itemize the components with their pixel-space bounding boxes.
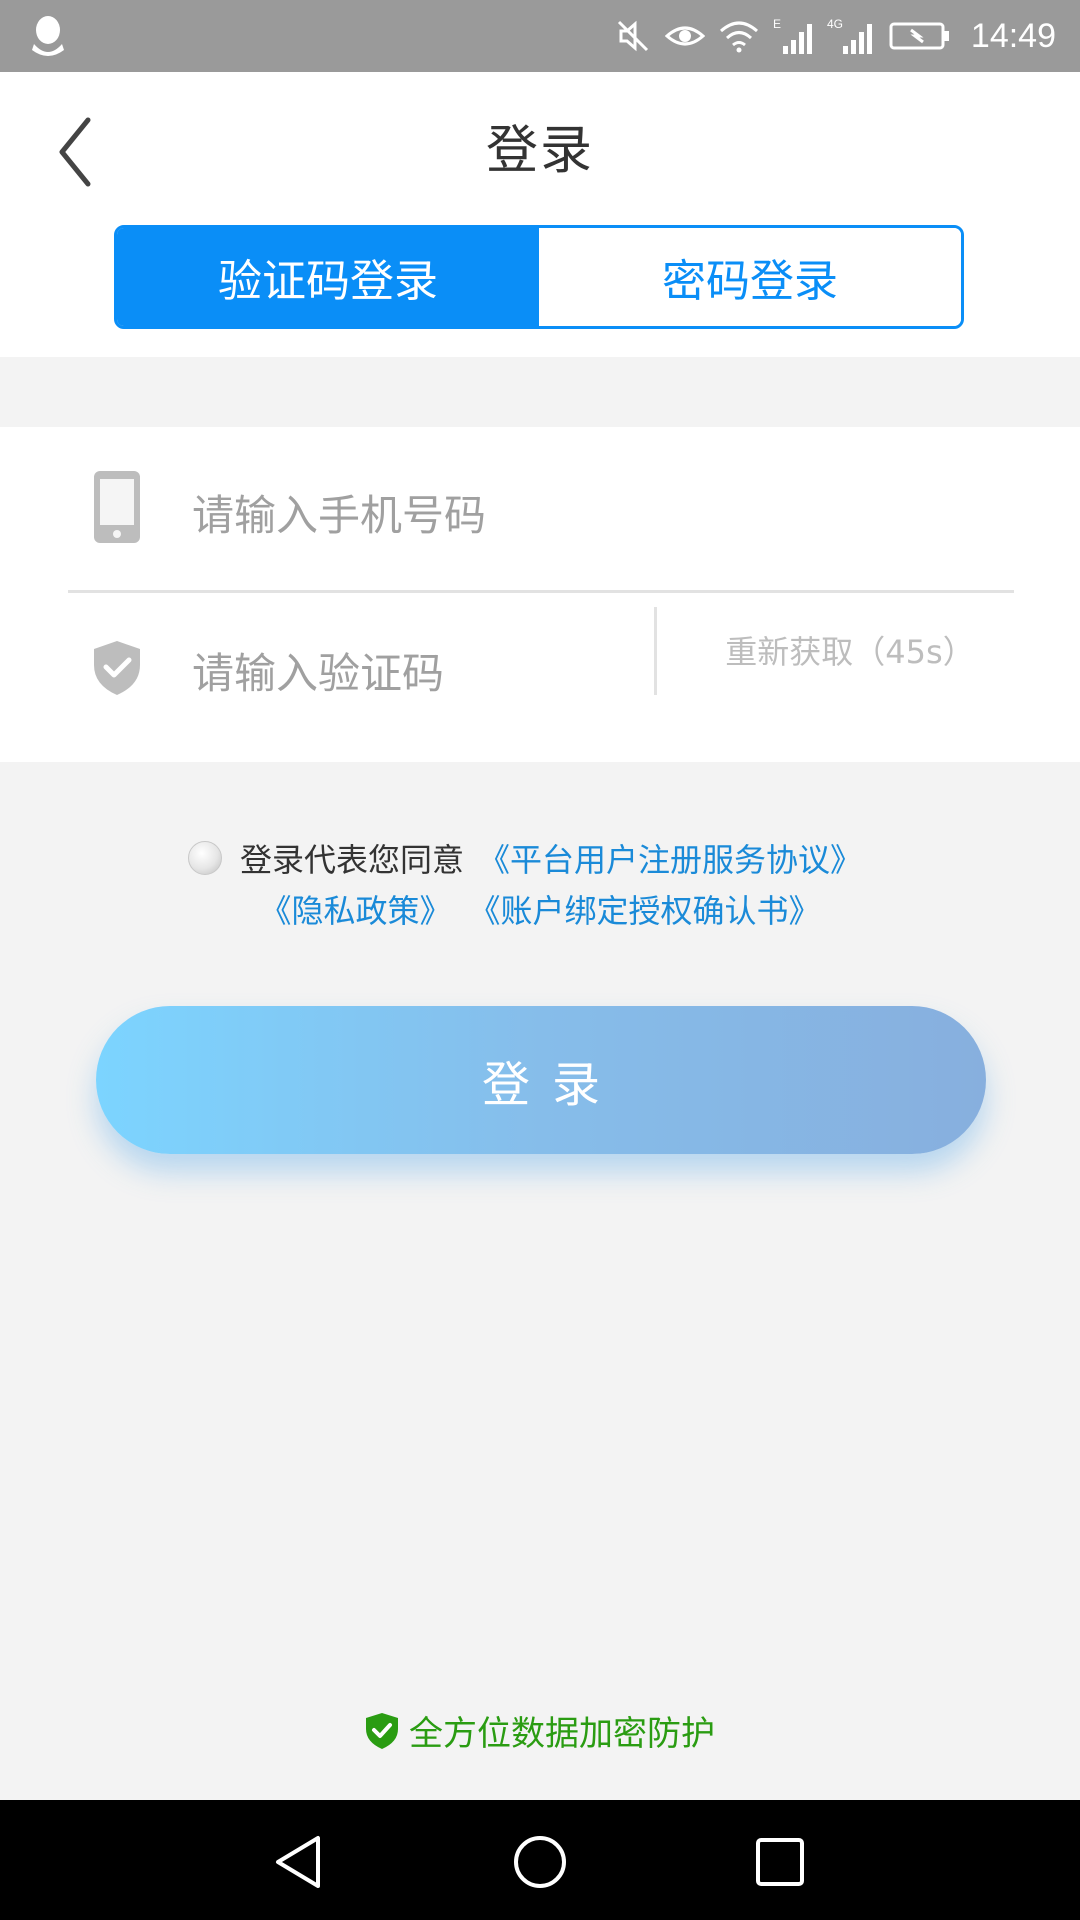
phone-icon: [94, 471, 140, 543]
agreement-radio[interactable]: [188, 841, 222, 875]
login-mode-tabs: 验证码登录 密码登录: [114, 225, 964, 329]
signal-4g-icon: 4G: [827, 17, 872, 54]
phone-field-row: [0, 427, 1080, 597]
link-account-binding-authorization[interactable]: 《账户绑定授权确认书》: [469, 892, 821, 930]
verification-code-input[interactable]: [190, 637, 634, 709]
nav-home-icon[interactable]: [510, 1832, 570, 1892]
qq-notification-icon: [32, 16, 64, 56]
security-note-text: 全方位数据加密防护: [409, 1714, 715, 1754]
wifi-icon: [719, 21, 758, 53]
eye-comfort-icon: [664, 26, 705, 46]
login-button[interactable]: 登录: [96, 1006, 986, 1154]
security-note: 全方位数据加密防护: [0, 1706, 1080, 1755]
status-icons: E 4G 14:49: [615, 0, 1056, 72]
resend-code-button[interactable]: 重新获取（45s）: [700, 627, 1000, 673]
agreement-line-2: 《隐私政策》 《账户绑定授权确认书》: [0, 886, 1080, 932]
signal-e-icon: E: [773, 17, 812, 54]
link-privacy-policy[interactable]: 《隐私政策》: [259, 892, 451, 930]
header: 登录 验证码登录 密码登录: [0, 72, 1080, 357]
field-divider: [68, 590, 1014, 593]
agreement-line-1: 登录代表您同意 《平台用户注册服务协议》: [188, 828, 862, 888]
agreement-prefix: 登录代表您同意: [240, 841, 465, 879]
network-label-4g: 4G: [827, 17, 843, 31]
green-shield-check-icon: [366, 1712, 398, 1749]
tab-password-login[interactable]: 密码登录: [539, 228, 961, 326]
resend-divider: [654, 607, 657, 695]
link-user-registration-agreement[interactable]: 《平台用户注册服务协议》: [478, 835, 862, 881]
tab-code-login[interactable]: 验证码登录: [117, 228, 539, 326]
mute-icon: [617, 20, 648, 52]
login-form: 重新获取（45s）: [0, 427, 1080, 762]
phone-input[interactable]: [190, 479, 994, 551]
nav-back-icon[interactable]: [270, 1832, 330, 1892]
page-title: 登录: [485, 121, 594, 181]
nav-recents-icon[interactable]: [750, 1832, 810, 1892]
status-time: 14:49: [970, 16, 1056, 55]
battery-charging-icon: [889, 22, 949, 50]
navigation-bar: [0, 1800, 1080, 1920]
shield-check-icon: [94, 641, 140, 695]
code-field-row: 重新获取（45s）: [0, 597, 1080, 762]
status-bar: E 4G 14:49: [0, 0, 1080, 72]
network-label-e: E: [773, 17, 781, 31]
